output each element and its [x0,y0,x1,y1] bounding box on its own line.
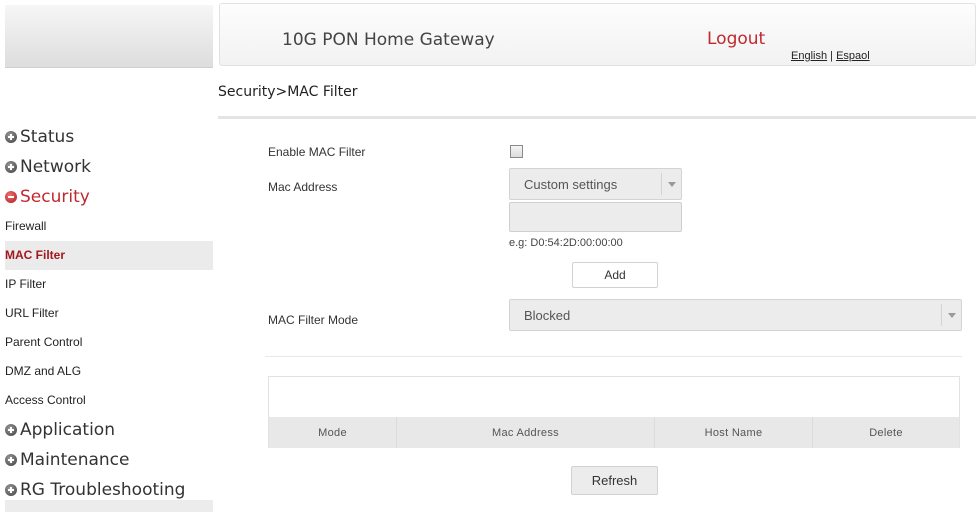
mac-address-select[interactable]: Custom settings [509,168,682,200]
divider [218,116,976,119]
column-header-mac-address: Mac Address [397,417,655,448]
table-header-row: Mode Mac Address Host Name Delete [269,417,959,448]
sidebar-item-label: Status [20,127,75,147]
chevron-down-icon [941,304,961,326]
mac-filter-mode-label: MAC Filter Mode [268,313,359,327]
expand-plus-icon [5,424,17,436]
enable-mac-filter-checkbox[interactable] [510,145,523,158]
expand-plus-icon [5,131,17,143]
mac-address-hint: e.g: D0:54:2D:00:00:00 [509,237,623,249]
sidebar-item-label: Application [20,420,115,440]
select-value: Custom settings [524,177,618,192]
header-bar: 10G PON Home Gateway Logout English | Es… [219,3,976,66]
sidebar-subitem-parent-control[interactable]: Parent Control [5,328,213,357]
add-button[interactable]: Add [572,262,658,288]
sidebar-nav: Status Network Security Firewall MAC Fil… [5,122,213,505]
expand-plus-icon [5,161,17,173]
sidebar: Status Network Security Firewall MAC Fil… [0,0,213,517]
divider [265,356,962,357]
expand-plus-icon [5,484,17,496]
enable-mac-filter-label: Enable MAC Filter [268,145,366,159]
language-separator: | [827,50,837,62]
chevron-down-icon [661,173,681,195]
sidebar-item-maintenance[interactable]: Maintenance [5,445,213,475]
column-header-delete: Delete [869,426,903,439]
sidebar-subitem-mac-filter[interactable]: MAC Filter [5,241,213,270]
sidebar-item-label: RG Troubleshooting [20,480,186,500]
sidebar-footer [5,500,213,512]
logout-link[interactable]: Logout [707,29,765,49]
sidebar-item-application[interactable]: Application [5,415,213,445]
sidebar-item-label: Security [20,187,90,207]
mac-filter-mode-select[interactable]: Blocked [509,299,962,331]
sidebar-item-label: Network [20,157,91,177]
sidebar-subitem-access-control[interactable]: Access Control [5,386,213,415]
language-switcher: English | Espaol [791,50,870,62]
language-english-link[interactable]: English [791,50,827,62]
sidebar-item-status[interactable]: Status [5,122,213,152]
refresh-button[interactable]: Refresh [571,466,658,495]
expand-plus-icon [5,454,17,466]
language-spanish-link[interactable]: Espaol [836,50,870,62]
mac-address-label: Mac Address [268,180,338,194]
breadcrumb: Security>MAC Filter [218,84,358,100]
sidebar-subitem-firewall[interactable]: Firewall [5,212,213,241]
sidebar-item-label: Maintenance [20,450,130,470]
sidebar-subitem-dmz-alg[interactable]: DMZ and ALG [5,357,213,386]
app-title: 10G PON Home Gateway [282,30,495,50]
sidebar-subitem-url-filter[interactable]: URL Filter [5,299,213,328]
sidebar-logo-area [5,5,213,68]
mac-filter-table: Mode Mac Address Host Name Delete [268,376,960,448]
column-header-mode: Mode [269,417,397,448]
column-header-host-name: Host Name [655,417,813,448]
mac-address-input[interactable] [509,202,682,232]
sidebar-item-security[interactable]: Security [5,182,213,212]
collapse-minus-icon [5,191,17,203]
sidebar-item-network[interactable]: Network [5,152,213,182]
sidebar-subitem-ip-filter[interactable]: IP Filter [5,270,213,299]
select-value: Blocked [524,308,571,323]
